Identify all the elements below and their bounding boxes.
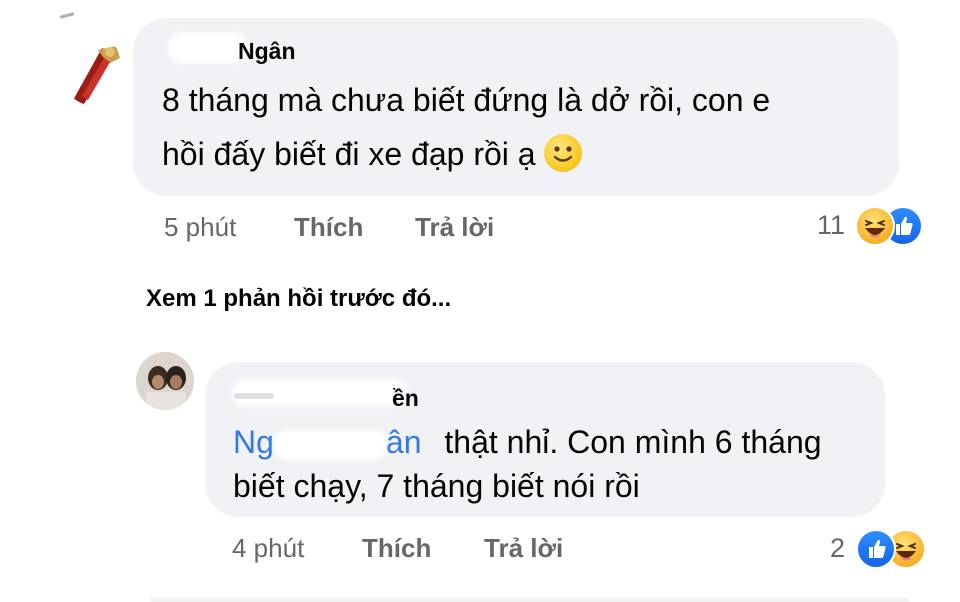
comment-author[interactable]: ền	[392, 385, 419, 412]
reply-button[interactable]: Trả lời	[484, 533, 563, 564]
avatar[interactable]	[62, 40, 128, 106]
view-previous-replies-link[interactable]: Xem 1 phản hồi trước đó...	[146, 285, 451, 313]
redacted-mention-part	[273, 429, 386, 460]
like-button[interactable]: Thích	[294, 212, 363, 243]
like-button[interactable]: Thích	[362, 533, 431, 564]
avatar-image	[72, 46, 120, 104]
mention-link[interactable]: Ng ân	[233, 424, 422, 460]
reply-text-line: biết chạy, 7 tháng biết nói rồi	[233, 468, 640, 504]
comment-text-line: hồi đấy biết đi xe đạp rồi ạ	[162, 128, 582, 180]
comment-text-line: 8 tháng mà chưa biết đứng là dở rồi, con…	[162, 82, 771, 118]
avatar-image	[136, 352, 194, 410]
decorative-mark	[59, 12, 75, 19]
reaction-count[interactable]: 2	[830, 533, 845, 564]
redaction-remnant	[234, 393, 274, 399]
comment-author[interactable]: Ngân	[238, 38, 296, 65]
next-comment-edge	[150, 598, 910, 602]
mention-text-start: Ng	[233, 424, 274, 460]
comment-timestamp[interactable]: 5 phút	[164, 212, 236, 243]
like-icon	[856, 529, 896, 569]
reply-timestamp[interactable]: 4 phút	[232, 533, 304, 564]
reply-text: thật nhỉ. Con mình 6 tháng	[444, 424, 822, 460]
haha-icon	[855, 206, 895, 246]
comment-text: hồi đấy biết đi xe đạp rồi ạ	[162, 136, 536, 172]
like-label: Thích	[362, 533, 432, 563]
mention-text-end: ân	[385, 424, 422, 460]
redacted-name-part	[168, 33, 248, 63]
reply-button[interactable]: Trả lời	[415, 212, 494, 243]
like-label: Thích	[294, 212, 364, 242]
reply-label: Trả lời	[415, 212, 495, 242]
reaction-count[interactable]: 11	[817, 210, 845, 241]
reply-label: Trả lời	[484, 533, 564, 563]
slight-smile-emoji-icon	[543, 133, 582, 172]
avatar[interactable]	[136, 352, 194, 410]
